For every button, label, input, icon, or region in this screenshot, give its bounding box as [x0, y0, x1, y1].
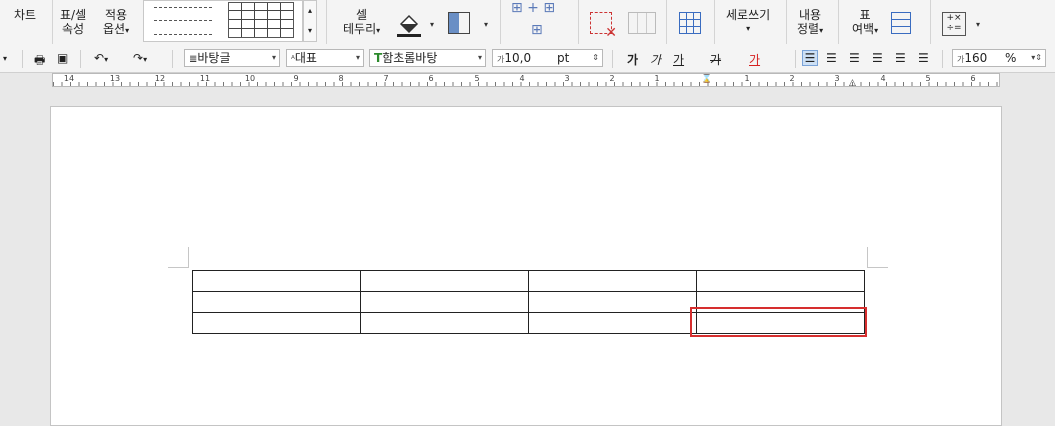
table-cell-properties-button[interactable]: 표/셀 속성: [60, 8, 86, 36]
delete-cell-icon[interactable]: ✕: [590, 12, 617, 41]
line-spacing-unit: %: [1005, 51, 1017, 65]
line-spacing-input[interactable]: 가160% ▾⇕: [952, 49, 1046, 67]
table-cell[interactable]: [360, 312, 529, 334]
formula-icon[interactable]: +× ÷=: [942, 12, 966, 36]
content-align-line2: 정렬: [797, 22, 820, 36]
cell-border-line1: 셀: [356, 8, 368, 22]
line-spacing-value: 160: [964, 51, 988, 65]
font-select[interactable]: T함초롬바탕 ▾: [369, 49, 486, 67]
paint-bucket-icon[interactable]: [395, 10, 423, 41]
table-grid-icon[interactable]: [679, 12, 701, 34]
cell-border-line2: 테두리: [343, 22, 377, 36]
cell-fill-icon[interactable]: [448, 12, 470, 34]
redo-icon[interactable]: ↷▾: [133, 51, 147, 65]
language-select[interactable]: ᴬ대표 ▾: [286, 49, 364, 67]
dashed-border-style[interactable]: [154, 7, 212, 35]
style-value: 바탕글: [197, 51, 231, 65]
chart-button[interactable]: 차트: [14, 8, 36, 22]
print-icon[interactable]: 🖶: [34, 51, 45, 72]
table-cell[interactable]: [528, 312, 697, 334]
style-select[interactable]: ≣바탕글 ▾: [184, 49, 280, 67]
font-color-button[interactable]: 가: [749, 51, 760, 68]
vertical-write-button[interactable]: 세로쓰기 ▾: [726, 8, 770, 36]
selected-cell-highlight: [690, 307, 867, 337]
margin-corner-tl: [168, 247, 189, 268]
chart-label: 차트: [14, 8, 37, 22]
content-align-button[interactable]: 내용 정렬▾: [797, 8, 823, 38]
vertical-write-label: 세로쓰기: [726, 8, 771, 22]
table-margin-line2: 여백: [852, 22, 875, 36]
page-icon[interactable]: ▣: [57, 51, 68, 65]
font-size-unit: pt: [557, 51, 570, 65]
table-cell[interactable]: [360, 291, 529, 313]
table-cell[interactable]: [192, 291, 361, 313]
bold-button[interactable]: 가: [627, 51, 638, 68]
cell-height-icon[interactable]: [891, 12, 911, 34]
content-align-line1: 내용: [799, 8, 822, 22]
distribute-icon[interactable]: ☰: [895, 51, 906, 65]
italic-button[interactable]: 가: [650, 51, 661, 68]
insert-column-icon[interactable]: ⊞ + ⊞: [511, 0, 555, 16]
insert-row-icon[interactable]: ⊞: [531, 22, 543, 38]
underline-button[interactable]: 가: [673, 51, 684, 68]
undo-icon[interactable]: ↶▾: [94, 51, 108, 65]
horizontal-ruler[interactable]: 14 13 12 11 10 9 8 7 6 5 4 3 2 1 1 2 3 4 5 6 ⌛ △: [52, 73, 1000, 87]
apply-options-line2: 옵션: [103, 22, 126, 36]
align-left-icon[interactable]: ☰: [826, 51, 837, 65]
apply-options-line1: 적용: [105, 8, 128, 22]
formatting-toolbar: ▾ 🖶 ▣ ↶▾ ↷▾ ≣바탕글 ▾ ᴬ대표 ▾ T함초롬바탕 ▾ 가10,0 pt ⇕ …: [0, 46, 1055, 73]
table-margin-button[interactable]: 표 여백▾: [852, 8, 878, 38]
grid-border-style[interactable]: [228, 2, 294, 38]
toolbar-dropdown[interactable]: ▾: [3, 54, 7, 63]
table-cell[interactable]: [528, 291, 697, 313]
table-row: [192, 270, 865, 292]
table-style-gallery[interactable]: [143, 0, 303, 42]
table-cell-props-line1: 표/셀: [60, 8, 87, 22]
apply-options-button[interactable]: 적용 옵션▾: [103, 8, 129, 38]
indent-marker-icon[interactable]: ⌛: [701, 74, 712, 84]
cell-border-button[interactable]: 셀 테두리▾: [343, 8, 380, 38]
align-center-icon[interactable]: ☰: [849, 51, 860, 65]
gallery-scroll[interactable]: ▴ ▾: [303, 0, 317, 42]
align-right-icon[interactable]: ☰: [872, 51, 883, 65]
margin-corner-tr: [867, 247, 888, 268]
strikethrough-button[interactable]: 가: [710, 51, 721, 68]
table-cell[interactable]: [696, 270, 865, 292]
merge-cell-icon: [628, 12, 656, 34]
document-page[interactable]: [50, 106, 1002, 426]
font-value: 함초롬바탕: [382, 51, 438, 65]
table-margin-line1: 표: [859, 8, 871, 22]
align-justify-icon[interactable]: ☰: [802, 50, 818, 66]
ribbon-toolbar: 차트 표/셀 속성 적용 옵션▾ ▴ ▾ 셀 테두리▾ ▾ ▾ ⊞ + ⊞ ⊞ ✕…: [0, 0, 1055, 47]
table-cell[interactable]: [528, 270, 697, 292]
table-cell[interactable]: [192, 270, 361, 292]
right-indent-marker-icon[interactable]: △: [849, 78, 856, 86]
division-icon[interactable]: ☰: [918, 51, 929, 65]
font-size-input[interactable]: 가10,0 pt ⇕: [492, 49, 603, 67]
table-cell[interactable]: [192, 312, 361, 334]
language-value: 대표: [294, 51, 317, 65]
table-cell[interactable]: [360, 270, 529, 292]
table-cell-props-line2: 속성: [62, 22, 85, 36]
font-size-value: 10,0: [504, 51, 532, 65]
